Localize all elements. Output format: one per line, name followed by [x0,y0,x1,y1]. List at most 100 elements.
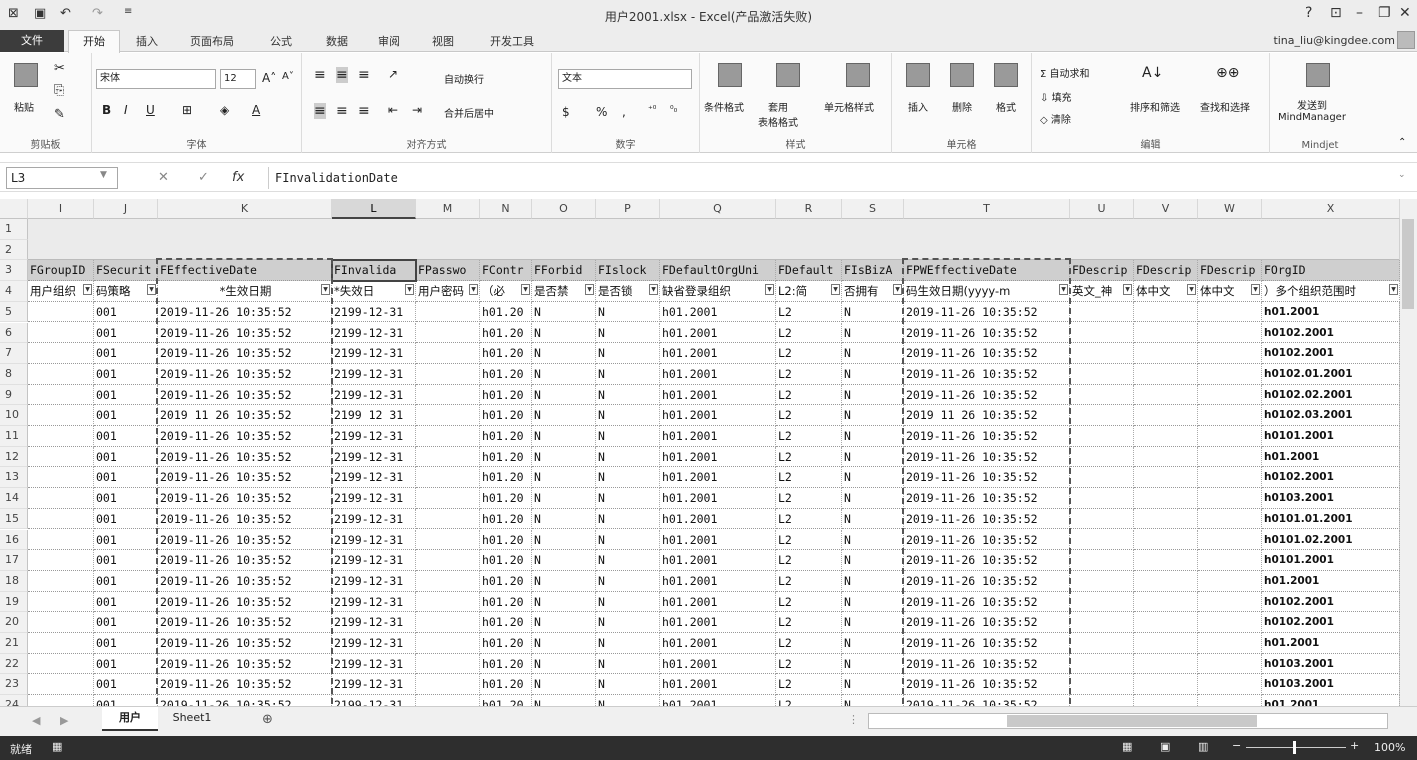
cell-L[interactable]: 2199-12-31 [332,426,416,447]
tab-page-layout[interactable]: 页面布局 [190,33,234,49]
cell-P[interactable]: N [596,695,660,706]
cell-R[interactable]: L2 [776,488,842,509]
cell-L[interactable]: 2199-12-31 [332,550,416,571]
tab-formulas[interactable]: 公式 [270,33,292,49]
cell-X[interactable]: h0102.02.2001 [1262,384,1400,406]
cell-Q[interactable]: h01.2001 [660,529,776,551]
empty-cell[interactable] [1198,695,1262,706]
empty-cell[interactable] [28,343,94,364]
cell-S[interactable]: N [842,550,904,571]
font-size-select[interactable]: 12 [220,69,256,89]
cell-X[interactable]: h0102.2001 [1262,322,1400,344]
cell-S[interactable]: N [842,488,904,509]
decrease-decimal-icon[interactable]: ⁰₀ [670,105,677,115]
cell-P[interactable]: N [596,633,660,654]
empty-cell[interactable] [28,695,94,706]
filter-dropdown-icon[interactable]: ▼ [893,284,902,296]
row-header[interactable]: 3 [0,260,28,282]
empty-cell[interactable] [1070,343,1134,364]
empty-cell[interactable] [416,384,480,406]
cell-N[interactable]: h01.20 [480,301,532,323]
empty-cell[interactable] [1134,674,1198,696]
format-as-table-button[interactable]: 套用 表格格式 [758,99,798,129]
empty-cell[interactable] [1134,343,1198,364]
cut-icon[interactable]: ✂ [54,61,65,76]
cell-styles-button[interactable]: 单元格样式 [824,99,874,114]
enter-icon[interactable]: ✓ [198,170,209,185]
filter-header-cell[interactable]: L2:简 ▼ [776,281,842,302]
cell-J[interactable]: 001 [94,653,158,675]
column-header-I[interactable]: I [28,199,94,219]
autosum-button[interactable]: Σ 自动求和 [1040,65,1090,80]
tab-split-handle-icon[interactable]: ⋮ [848,713,859,726]
cell-S[interactable]: N [842,322,904,344]
cell-R[interactable]: L2 [776,633,842,654]
row-header[interactable]: 16 [0,529,28,551]
empty-cell[interactable] [1134,612,1198,633]
help-icon[interactable]: ? [1305,5,1312,21]
fill-color-icon[interactable]: ◈ [220,103,229,117]
formula-input[interactable]: FInvalidationDate [268,167,1408,189]
prev-sheet-icon[interactable]: ◀ [32,714,40,727]
empty-cell[interactable] [1198,508,1262,530]
cell-X[interactable]: h0102.2001 [1262,612,1400,633]
cell-R[interactable]: L2 [776,653,842,675]
cell-J[interactable]: 001 [94,301,158,323]
cell-Q[interactable]: h01.2001 [660,467,776,489]
cell-K[interactable]: 2019 11 26 10:35:52 [158,405,332,426]
empty-cell[interactable] [1198,488,1262,509]
cell-K[interactable]: 2019-11-26 10:35:52 [158,363,332,385]
row-header[interactable]: 17 [0,550,28,571]
empty-cell[interactable] [416,612,480,633]
cell-P[interactable]: N [596,612,660,633]
cell-Q[interactable]: h01.2001 [660,405,776,426]
currency-button[interactable]: $ [562,105,570,119]
cell-Q[interactable]: h01.2001 [660,653,776,675]
empty-cell[interactable] [1198,550,1262,571]
delete-cells-button[interactable]: 删除 [952,99,972,114]
column-header-O[interactable]: O [532,199,596,219]
cell-K[interactable]: 2019-11-26 10:35:52 [158,674,332,696]
cell-S[interactable]: N [842,363,904,385]
cell-K[interactable]: 2019-11-26 10:35:52 [158,467,332,489]
cell-K[interactable]: 2019-11-26 10:35:52 [158,488,332,509]
empty-cell[interactable] [1198,467,1262,489]
cell-S[interactable]: N [842,405,904,426]
new-sheet-icon[interactable]: ⊕ [262,712,273,727]
cell-Q[interactable]: h01.2001 [660,570,776,592]
align-left-icon[interactable]: ≡ [314,103,326,119]
cell-O[interactable]: N [532,322,596,344]
field-header-cell[interactable]: FDefaultOrgUni [660,260,776,282]
cell-S[interactable]: N [842,674,904,696]
filter-header-cell[interactable]: 用户密码 ▼ [416,281,480,302]
minimize-button[interactable]: – [1356,5,1363,21]
cell-K[interactable]: 2019-11-26 10:35:52 [158,633,332,654]
paste-button[interactable]: 粘贴 [14,99,34,114]
column-header-N[interactable]: N [480,199,532,219]
tab-view[interactable]: 视图 [432,33,454,49]
italic-button[interactable]: I [124,103,128,117]
cell-O[interactable]: N [532,405,596,426]
cell-J[interactable]: 001 [94,343,158,364]
orientation-icon[interactable]: ↗ [388,67,398,81]
cell-R[interactable]: L2 [776,467,842,489]
insert-function-icon[interactable]: fx [232,170,244,185]
cell-J[interactable]: 001 [94,591,158,613]
cell-S[interactable]: N [842,384,904,406]
empty-cell[interactable] [416,695,480,706]
cell-O[interactable]: N [532,653,596,675]
expand-formula-icon[interactable]: ⌄ [1398,170,1406,180]
cell-X[interactable]: h0101.01.2001 [1262,508,1400,530]
column-header-T[interactable]: T [904,199,1070,219]
cell-Q[interactable]: h01.2001 [660,633,776,654]
cell-T[interactable]: 2019-11-26 10:35:52 [904,301,1070,323]
find-select-button[interactable]: 查找和选择 [1200,99,1250,114]
cell-S[interactable]: N [842,508,904,530]
zoom-slider[interactable] [1246,747,1346,748]
cell-L[interactable]: 2199-12-31 [332,695,416,706]
empty-cell[interactable] [1070,405,1134,426]
empty-cell[interactable] [416,570,480,592]
empty-cell[interactable] [1134,488,1198,509]
filter-header-cell[interactable]: 英文_神 ▼ [1070,281,1134,302]
filter-header-cell[interactable]: *失效日 ▼ [332,281,416,302]
